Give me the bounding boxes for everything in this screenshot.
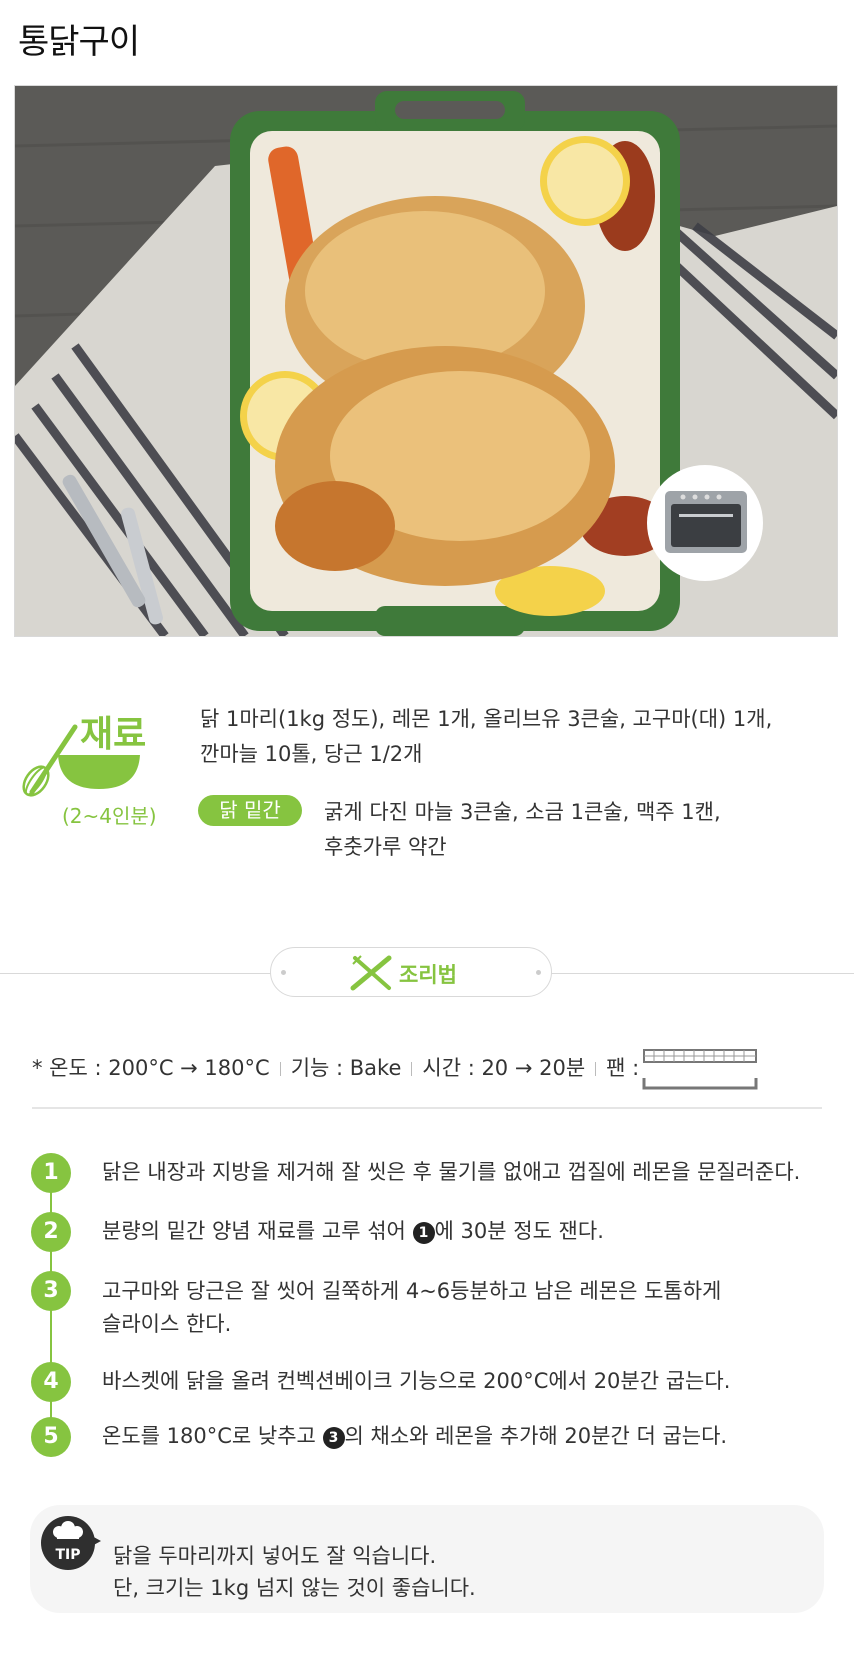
badge-dot <box>536 970 541 975</box>
step-reference-badge: 3 <box>322 1427 345 1449</box>
step-number: 1 <box>31 1153 71 1193</box>
spec-separator <box>595 1062 597 1076</box>
ingredients-list: 닭 1마리(1kg 정도), 레몬 1개, 올리브유 3큰술, 고구마(대) 1… <box>200 702 820 772</box>
knife-fork-icon <box>350 955 392 991</box>
cooking-specs: * 온도 : 200°C → 180°C 기능 : Bake 시간 : 20 → 2… <box>32 1052 639 1082</box>
step-number: 4 <box>31 1362 71 1402</box>
pan-basket-icon <box>642 1049 758 1090</box>
step-number: 3 <box>31 1271 71 1311</box>
specs-divider <box>32 1107 822 1109</box>
step-text: 닭은 내장과 지방을 제거해 잘 씻은 후 물기를 없애고 껍질에 레몬을 문질… <box>102 1160 801 1184</box>
marinade-list: 굵게 다진 마늘 3큰술, 소금 1큰술, 맥주 1캔, 후춧가루 약간 <box>324 795 824 865</box>
chef-hat-icon: TIP <box>41 1516 101 1570</box>
step-text: 고구마와 당근은 잘 씻어 길쭉하게 4~6등분하고 남은 레몬은 도톰하게 슬… <box>102 1275 721 1341</box>
step-text: 온도를 180°C로 낮추고 3의 채소와 레몬을 추가해 20분간 더 굽는다… <box>102 1420 727 1453</box>
bowl-icon <box>58 755 140 789</box>
spec-separator <box>279 1062 281 1076</box>
tip-badge-text: TIP <box>55 1547 80 1563</box>
roast-chicken-photo <box>15 86 837 636</box>
ingredients-line: 닭 1마리(1kg 정도), 레몬 1개, 올리브유 3큰술, 고구마(대) 1… <box>200 707 773 731</box>
tip-text: 단, 크기는 1kg 넘지 않는 것이 좋습니다. <box>113 1576 476 1600</box>
tip-text: 닭을 두마리까지 넣어도 잘 익습니다. <box>113 1544 437 1568</box>
step-text-part: 온도를 180°C로 낮추고 <box>102 1424 323 1448</box>
step-number: 5 <box>31 1417 71 1457</box>
step-text-part: 분량의 밑간 양념 재료를 고루 섞어 <box>102 1219 413 1243</box>
method-label: 조리법 <box>399 963 457 987</box>
ingredients-line: 깐마늘 10톨, 당근 1/2개 <box>200 742 423 766</box>
air-fryer-oven-icon <box>665 491 747 553</box>
marinade-line: 굵게 다진 마늘 3큰술, 소금 1큰술, 맥주 1캔, <box>324 800 721 824</box>
step-text-part: 의 채소와 레몬을 추가해 20분간 더 굽는다. <box>344 1424 728 1448</box>
step-text: 바스켓에 닭을 올려 컨벡션베이크 기능으로 200°C에서 20분간 굽는다. <box>102 1369 731 1393</box>
step-text-line: 고구마와 당근은 잘 씻어 길쭉하게 4~6등분하고 남은 레몬은 도톰하게 <box>102 1279 722 1303</box>
temperature-spec: * 온도 : 200°C → 180°C <box>32 1056 270 1080</box>
step-number: 2 <box>31 1212 71 1252</box>
spec-separator <box>411 1062 413 1076</box>
time-spec: 시간 : 20 → 20분 <box>422 1056 586 1080</box>
function-spec: 기능 : Bake <box>290 1056 402 1080</box>
pan-spec: 팬 : <box>606 1056 640 1080</box>
recipe-photo <box>14 85 838 637</box>
step-reference-badge: 1 <box>412 1222 435 1244</box>
step-text-line: 슬라이스 한다. <box>102 1312 232 1336</box>
ingredients-heading: 재료 <box>80 714 147 755</box>
servings-label: (2~4인분) <box>62 804 157 828</box>
method-badge: 조리법 <box>270 947 552 997</box>
step-text-part: 에 30분 정도 잰다. <box>434 1219 604 1243</box>
marinade-badge: 닭 밑간 <box>198 795 302 826</box>
badge-dot <box>281 970 286 975</box>
marinade-line: 후춧가루 약간 <box>324 835 447 859</box>
step-text: 분량의 밑간 양념 재료를 고루 섞어 1에 30분 정도 잰다. <box>102 1215 604 1248</box>
page-title: 통닭구이 <box>18 22 140 62</box>
